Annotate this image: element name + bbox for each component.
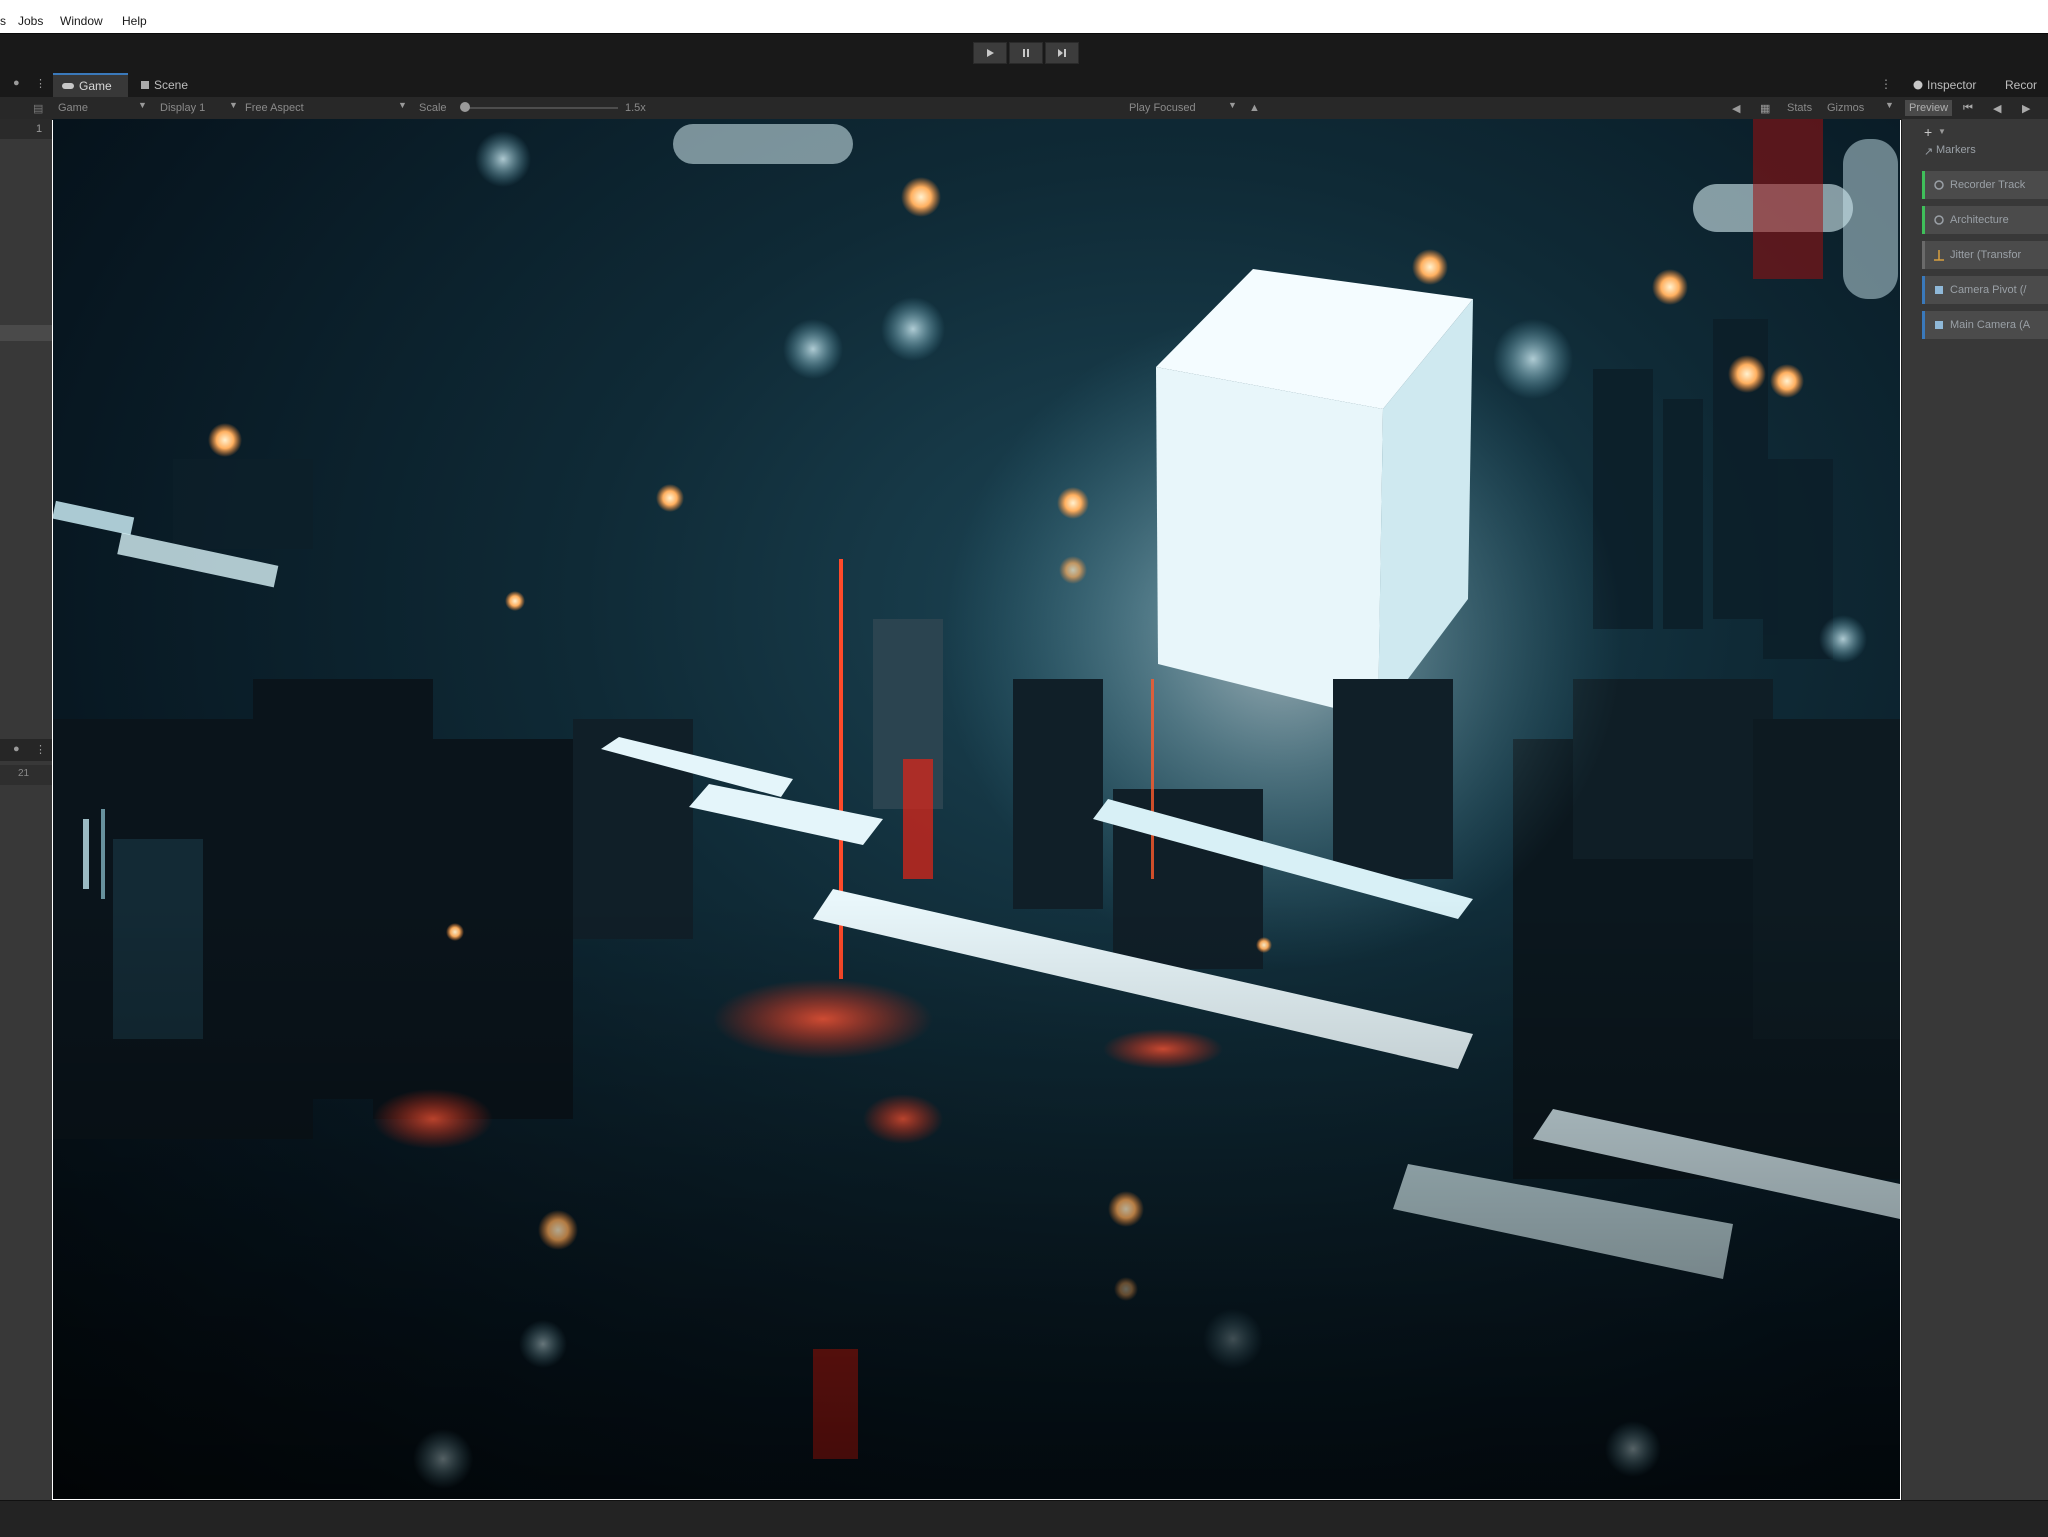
track-color-bar [1922, 206, 1925, 234]
chevron-down-icon[interactable]: ▼ [1885, 100, 1894, 110]
display-select[interactable]: Display 1 [160, 100, 205, 116]
menu-item-partial[interactable]: s [0, 14, 6, 28]
chevron-down-icon[interactable]: ▼ [229, 100, 238, 110]
chevron-down-icon[interactable]: ▼ [1228, 100, 1237, 110]
tab-row: ● ⋮ Game Scene ⋮ Inspector Recor [0, 73, 2048, 97]
aspect-select[interactable]: Free Aspect [245, 100, 304, 116]
track-recorder[interactable]: Recorder Track [1922, 171, 2048, 199]
menu-item-jobs[interactable]: Jobs [18, 14, 43, 28]
recorder-icon [1932, 213, 1946, 227]
track-label: Recorder Track [1950, 179, 2026, 191]
selected-row[interactable] [0, 325, 52, 341]
timeline-panel: + ▼ ↗ Markers Recorder Track Architectur… [1901, 119, 2048, 1500]
goto-start-icon[interactable]: ⏮ [1963, 100, 1973, 116]
animation-icon [1932, 248, 1946, 262]
more-menu-icon[interactable]: ⋮ [35, 743, 46, 756]
menu-bar: s Jobs Window Help [0, 0, 2048, 33]
timeline-play-icon[interactable]: ▶ [2022, 100, 2030, 116]
track-main-camera[interactable]: Main Camera (A [1922, 311, 2048, 339]
track-jitter[interactable]: Jitter (Transfor [1922, 241, 2048, 269]
track-label: Main Camera (A [1950, 319, 2031, 331]
tab-recorder[interactable]: Recor [1997, 73, 2048, 97]
tab-inspector[interactable]: Inspector [1905, 73, 1993, 97]
track-camera-pivot[interactable]: Camera Pivot (/ [1922, 276, 2048, 304]
frame-icon[interactable]: ▦ [1760, 100, 1770, 116]
menu-item-window[interactable]: Window [60, 14, 103, 28]
stats-button[interactable]: Stats [1787, 100, 1812, 116]
tab-inspector-label: Inspector [1927, 78, 1977, 92]
game-render [53, 119, 1900, 1499]
main-toolbar [0, 33, 2048, 74]
menu-item-help[interactable]: Help [122, 14, 147, 28]
chevron-down-icon[interactable]: ▼ [138, 100, 147, 110]
track-color-bar [1922, 276, 1925, 304]
play-controls [973, 42, 1079, 64]
tab-game[interactable]: Game [53, 73, 128, 97]
more-menu-icon[interactable]: ⋮ [35, 77, 46, 90]
pause-button[interactable] [1009, 42, 1043, 64]
lock-icon[interactable]: ● [13, 77, 20, 89]
gamepad-icon [62, 83, 74, 89]
count-badge: 21 [18, 768, 30, 779]
more-menu-icon[interactable]: ⋮ [1880, 77, 1892, 91]
play-mode-select[interactable]: Play Focused [1129, 100, 1196, 116]
tab-scene-label: Scene [154, 78, 189, 92]
game-view-toolbar: ▤ Game ▼ Display 1 ▼ Free Aspect ▼ Scale… [0, 97, 2048, 120]
hierarchy-panel: 1 ● ⋮ 21 [0, 119, 52, 1505]
chevron-down-icon[interactable]: ▼ [398, 100, 407, 110]
pause-icon [1023, 49, 1029, 57]
preview-button[interactable]: Preview [1905, 100, 1953, 116]
track-label: Architecture [1950, 214, 2009, 226]
pin-icon[interactable]: ▲ [1249, 100, 1260, 116]
prev-frame-icon[interactable]: ◀ [1993, 100, 2001, 116]
scale-slider-track[interactable] [463, 107, 618, 109]
play-button[interactable] [973, 42, 1007, 64]
track-label: Jitter (Transfor [1950, 249, 2022, 261]
track-color-bar [1922, 311, 1925, 339]
chevron-down-icon[interactable]: ▼ [1938, 127, 1946, 136]
marker-icon: ↗ [1924, 146, 1934, 158]
activation-icon [1932, 318, 1946, 332]
scale-slider-handle[interactable] [460, 102, 470, 112]
track-architecture[interactable]: Architecture [1922, 206, 2048, 234]
track-color-bar [1922, 241, 1925, 269]
hierarchy-header [0, 119, 52, 139]
tab-recorder-label: Recor [2005, 78, 2038, 92]
info-icon [1913, 80, 1923, 90]
recorder-icon [1932, 178, 1946, 192]
speaker-icon[interactable]: ◀ [1732, 100, 1740, 116]
row-value: 1 [36, 123, 43, 135]
lock-icon[interactable]: ● [13, 743, 20, 755]
status-bar [0, 1500, 2048, 1537]
add-track-button[interactable]: + [1924, 124, 1932, 140]
step-icon [1058, 49, 1066, 57]
track-label: Camera Pivot (/ [1950, 284, 2027, 296]
play-icon [987, 49, 994, 57]
gizmos-button[interactable]: Gizmos [1827, 100, 1864, 116]
activation-icon [1932, 283, 1946, 297]
game-viewport[interactable] [53, 119, 1900, 1499]
tab-game-label: Game [79, 79, 112, 93]
scale-label: Scale [419, 102, 447, 114]
scale-value: 1.5x [625, 102, 646, 114]
game-label[interactable]: Game [58, 100, 88, 116]
scene-icon [141, 81, 149, 89]
step-button[interactable] [1045, 42, 1079, 64]
track-color-bar [1922, 171, 1925, 199]
project-toolbar: 21 [0, 765, 52, 785]
layers-icon[interactable]: ▤ [33, 100, 43, 116]
tab-scene[interactable]: Scene [132, 73, 207, 97]
markers-label: Markers [1936, 144, 1976, 156]
